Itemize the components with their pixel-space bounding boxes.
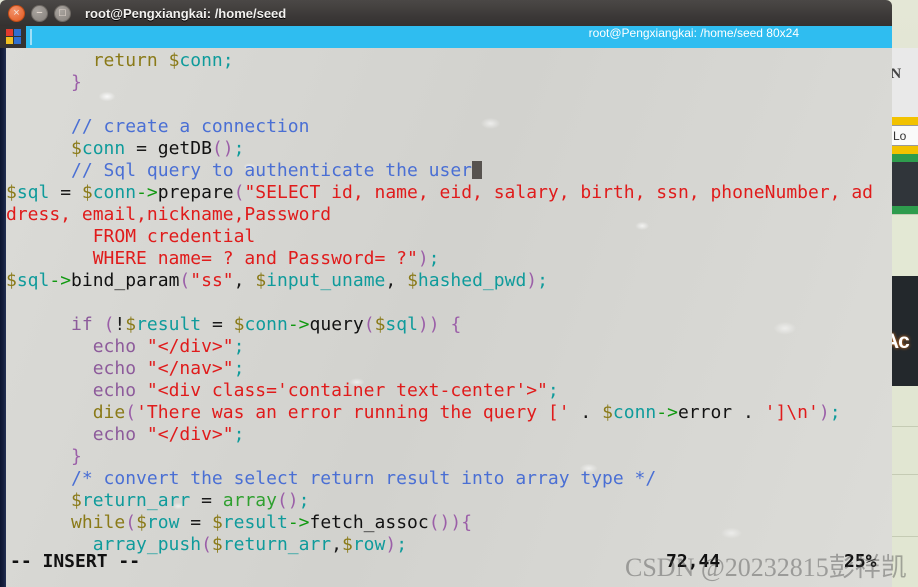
code-line: } bbox=[6, 72, 82, 93]
tab-divider bbox=[30, 29, 32, 45]
code-line: echo "</div>"; bbox=[92, 336, 245, 357]
maximize-icon[interactable]: □ bbox=[54, 4, 71, 22]
vim-text-area[interactable]: return $conn; } // create a connection $… bbox=[6, 48, 892, 587]
window-titlebar[interactable]: × − □ root@Pengxiangkai: /home/seed bbox=[0, 0, 892, 26]
code-line: $sql = $conn->prepare("SELECT id, name, … bbox=[6, 182, 874, 203]
code-line: echo "</nav>"; bbox=[92, 358, 245, 379]
code-line: echo "</div>"; bbox=[92, 424, 245, 445]
terminal-tab-icon[interactable] bbox=[5, 28, 23, 46]
code-line: WHERE name= ? and Password= ?"); bbox=[6, 248, 440, 269]
code-line: $return_arr = array(); bbox=[71, 490, 310, 511]
tab-title: root@Pengxiangkai: /home/seed 80x24 bbox=[588, 26, 799, 40]
code-line: /* convert the select return result into… bbox=[71, 468, 657, 489]
code-line: // create a connection bbox=[71, 116, 310, 137]
terminal-left-border bbox=[0, 48, 6, 587]
code-line: } bbox=[6, 446, 82, 467]
code-line: $conn = getDB(); bbox=[71, 138, 245, 159]
code-line: die('There was an error running the quer… bbox=[92, 402, 841, 423]
minimize-icon[interactable]: − bbox=[31, 4, 48, 22]
code-line: FROM credential bbox=[6, 226, 256, 247]
code-line: echo "<div class='container text-center'… bbox=[92, 380, 559, 401]
code-line: dress, email,nickname,Password bbox=[6, 204, 332, 225]
csdn-watermark: CSDN @20232815彭祥凯 bbox=[625, 553, 907, 582]
code-line: while($row = $result->fetch_assoc()){ bbox=[71, 512, 473, 533]
terminal-viewport[interactable]: return $conn; } // create a connection $… bbox=[0, 48, 892, 587]
vim-mode-indicator: -- INSERT -- bbox=[10, 551, 141, 572]
terminal-window: × − □ root@Pengxiangkai: /home/seed root… bbox=[0, 0, 892, 587]
text-cursor bbox=[472, 161, 482, 179]
background-login-button[interactable]: Lo bbox=[888, 125, 918, 146]
window-title: root@Pengxiangkai: /home/seed bbox=[85, 5, 287, 21]
code-line: if (!$result = $conn->query($sql)) { bbox=[71, 314, 462, 335]
code-line: $sql->bind_param("ss", $input_uname, $ha… bbox=[6, 270, 548, 291]
code-line: return $conn; bbox=[92, 50, 234, 71]
code-line: // Sql query to authenticate the user bbox=[6, 160, 892, 182]
close-icon[interactable]: × bbox=[8, 4, 25, 22]
